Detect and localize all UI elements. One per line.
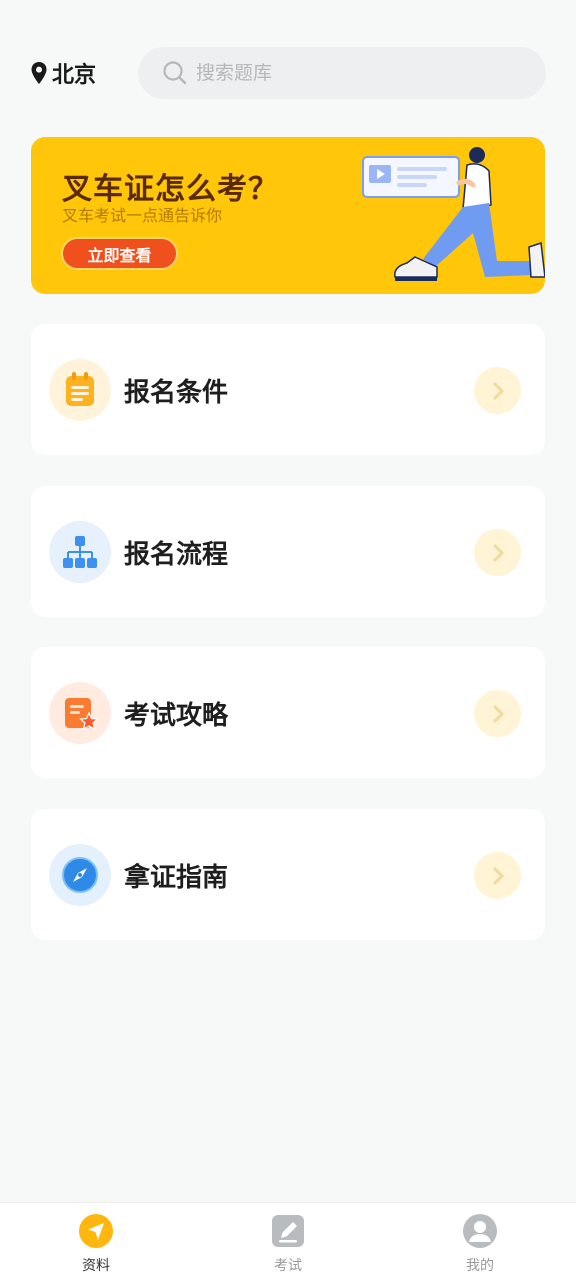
card-icon-wrapper — [49, 359, 111, 421]
user-icon — [463, 1214, 497, 1248]
search-icon — [163, 61, 187, 85]
edit-icon — [272, 1215, 304, 1247]
tab-exam[interactable]: 考试 — [192, 1203, 384, 1280]
chevron-right-icon[interactable] — [474, 852, 521, 899]
card-icon-wrapper — [49, 521, 111, 583]
card-label: 拿证指南 — [124, 863, 229, 893]
calendar-note-icon — [66, 372, 94, 406]
promo-banner[interactable]: 叉车证怎么考？ 叉车考试一点通告诉你 立即查看 — [31, 137, 545, 294]
card-label: 报名流程 — [124, 540, 229, 570]
tab-label: 资料 — [82, 1258, 110, 1274]
doc-star-icon — [65, 698, 99, 731]
tab-label: 考试 — [274, 1258, 302, 1274]
chevron-right-icon[interactable] — [474, 367, 521, 414]
header: 北京 — [0, 47, 576, 99]
search-input[interactable] — [196, 62, 496, 84]
navigation-icon — [79, 1214, 113, 1248]
banner-subtitle: 叉车考试一点通告诉你 — [62, 206, 223, 225]
tab-profile[interactable]: 我的 — [384, 1203, 576, 1280]
location-selector[interactable]: 北京 — [30, 57, 96, 89]
banner-illustration — [362, 147, 545, 281]
card-icon-wrapper — [49, 844, 111, 906]
tab-label: 我的 — [466, 1258, 494, 1274]
bottom-tab-bar: 资料 考试 我的 — [0, 1202, 576, 1280]
chevron-right-icon[interactable] — [474, 529, 521, 576]
flowchart-icon — [63, 536, 97, 568]
card-registration-conditions[interactable]: 报名条件 — [31, 324, 545, 455]
card-icon-wrapper — [49, 682, 111, 744]
city-label: 北京 — [52, 63, 97, 88]
chevron-right-icon[interactable] — [474, 690, 521, 737]
card-label: 考试攻略 — [124, 701, 229, 731]
view-now-button[interactable]: 立即查看 — [61, 237, 178, 270]
page: 北京 叉车证怎么考？ 叉车考试一点通告诉你 立即查看 — [0, 0, 576, 1280]
card-registration-process[interactable]: 报名流程 — [31, 486, 545, 617]
compass-icon — [62, 857, 98, 893]
location-pin-icon — [31, 62, 47, 84]
card-exam-strategy[interactable]: 考试攻略 — [31, 647, 545, 778]
card-certificate-guide[interactable]: 拿证指南 — [31, 809, 545, 940]
search-bar[interactable] — [138, 47, 546, 99]
tab-materials[interactable]: 资料 — [0, 1203, 192, 1280]
card-label: 报名条件 — [124, 378, 229, 408]
